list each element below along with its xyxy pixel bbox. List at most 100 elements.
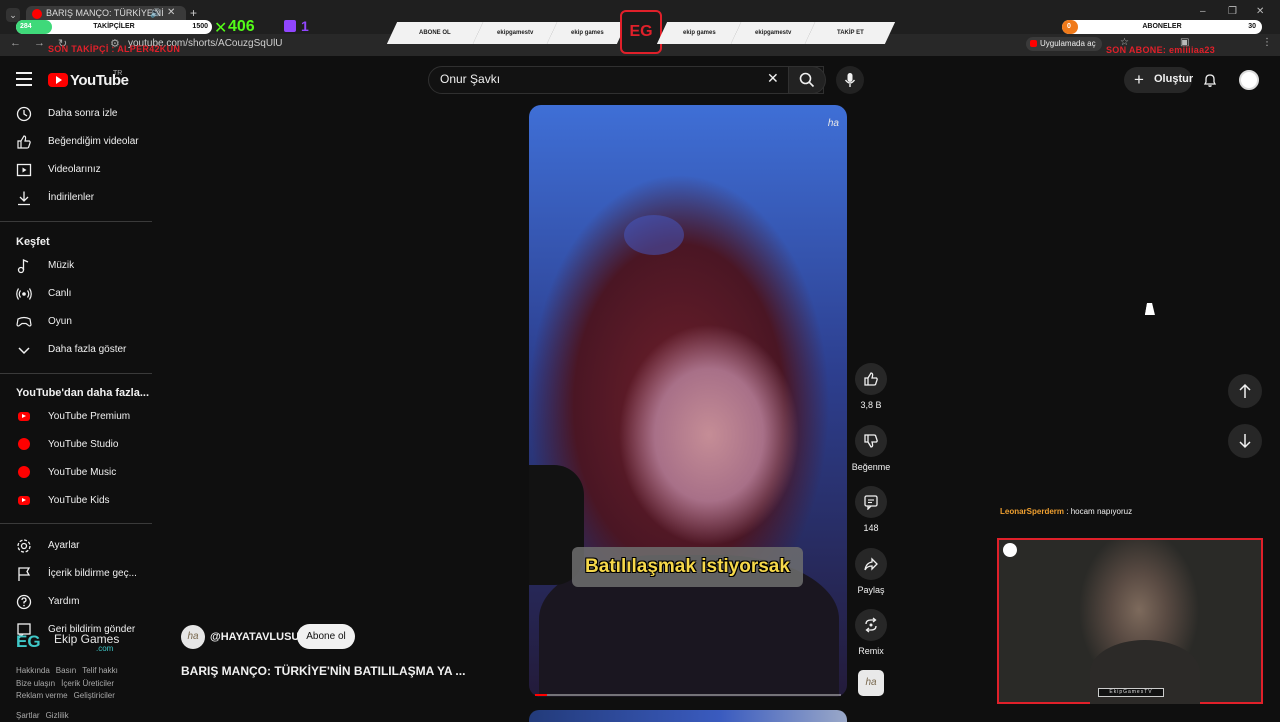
sidebar-item-music[interactable]: Müzik xyxy=(0,252,152,280)
ribbon-kick: ekip games xyxy=(546,22,628,44)
twitch-count: 1 xyxy=(301,18,309,34)
new-tab-button[interactable]: + xyxy=(190,6,197,20)
next-short-preview[interactable] xyxy=(529,710,847,722)
footer-link[interactable]: Geliştiriciler xyxy=(74,691,115,700)
sidebar-item-youtube-kids[interactable]: YouTube Kids xyxy=(0,487,152,515)
comment-count: 148 xyxy=(863,523,879,533)
thumb-up-icon xyxy=(864,372,878,386)
search-input[interactable]: Onur Şavkı xyxy=(440,72,500,86)
clock-icon xyxy=(16,106,32,122)
clear-search-icon[interactable]: ✕ xyxy=(767,70,779,87)
create-label: Oluştur xyxy=(1154,73,1194,85)
search-button[interactable] xyxy=(788,66,826,94)
tab-audio-icon[interactable]: 🔊 xyxy=(150,8,161,19)
channel-avatar[interactable]: ha xyxy=(181,625,205,649)
sidebar-item-gaming[interactable]: Oyun xyxy=(0,308,152,336)
footer-link[interactable]: Gizlilik xyxy=(46,711,69,720)
video-title[interactable]: BARIŞ MANÇO: TÜRKİYE'NİN BATILILAŞMA YA … xyxy=(181,664,465,678)
subscribers-goal-bar: 0 ABONELER 30 xyxy=(1062,20,1262,34)
sidebar-item-downloads[interactable]: İndirilenler xyxy=(0,184,152,212)
subscribers-goal: 30 xyxy=(1248,23,1256,30)
followers-goal: 1500 xyxy=(192,23,208,30)
video-watermark: ha xyxy=(827,118,839,129)
hamburger-menu-icon[interactable] xyxy=(16,72,32,86)
sidebar-item-youtube-studio[interactable]: YouTube Studio xyxy=(0,431,152,459)
video-frame-detail xyxy=(624,215,684,255)
sidebar-item-watch-later[interactable]: Daha sonra izle xyxy=(0,100,152,128)
short-video-player[interactable]: ha xyxy=(529,105,847,697)
youtube-studio-icon xyxy=(18,438,30,450)
footer-link[interactable]: Şartlar xyxy=(16,711,40,720)
youtube-music-icon xyxy=(18,466,30,478)
footer-link[interactable]: Telif hakkı xyxy=(82,666,118,675)
sidebar-item-label: Daha sonra izle xyxy=(48,108,118,119)
ribbon-subscribe: ABONE OL xyxy=(386,22,484,44)
sidebar-item-label: Yardım xyxy=(48,596,80,607)
account-avatar[interactable] xyxy=(1239,70,1259,90)
video-progress-track[interactable] xyxy=(535,694,841,696)
share-button[interactable] xyxy=(855,548,887,580)
sidebar-item-liked-videos[interactable]: Beğendiğim videolar xyxy=(0,128,152,156)
browser-menu-icon[interactable]: ⋮ xyxy=(1262,37,1272,48)
followers-goal-bar: 284 TAKİPÇİLER 1500 xyxy=(16,20,212,34)
tab-list-button[interactable]: ⌄ xyxy=(6,8,20,22)
followers-label: TAKİPÇİLER xyxy=(93,23,135,30)
next-short-button[interactable] xyxy=(1228,424,1262,458)
remix-icon xyxy=(865,617,877,633)
like-button[interactable] xyxy=(855,363,887,395)
sidebar-item-show-more[interactable]: Daha fazla göster xyxy=(0,336,152,364)
footer-link[interactable]: Bize ulaşın xyxy=(16,679,55,688)
audio-source-thumbnail[interactable]: ha xyxy=(858,670,884,696)
chat-text: : hocam napıyoruz xyxy=(1066,507,1133,516)
open-in-app-label: Uygulamada aç xyxy=(1040,39,1096,48)
ribbon-follow: TAKİP ET xyxy=(804,22,896,44)
help-icon xyxy=(16,594,32,610)
window-close-icon[interactable]: ✕ xyxy=(1256,6,1264,17)
ekip-games-brand-logo-icon: EG xyxy=(16,632,41,651)
subscribe-button[interactable]: Abone ol xyxy=(297,624,355,649)
comment-icon xyxy=(864,495,878,510)
music-note-icon xyxy=(17,258,29,274)
sidebar-item-youtube-premium[interactable]: YouTube Premium xyxy=(0,403,152,431)
voice-search-button[interactable] xyxy=(836,66,864,94)
mouse-cursor-icon xyxy=(1144,303,1158,315)
chevron-down-icon xyxy=(18,347,30,355)
forward-icon[interactable]: → xyxy=(34,37,45,49)
sidebar-item-label: Canlı xyxy=(48,288,72,299)
window-minimize-icon[interactable]: – xyxy=(1200,6,1206,17)
sidebar-item-youtube-music[interactable]: YouTube Music xyxy=(0,459,152,487)
sidebar-item-label: Beğendiğim videolar xyxy=(48,136,139,147)
sidebar-item-label: YouTube Kids xyxy=(48,495,110,506)
like-count: 3,8 B xyxy=(860,400,882,410)
footer-link[interactable]: Hakkında xyxy=(16,666,50,675)
subscribers-label: ABONELER xyxy=(1142,23,1182,30)
notifications-bell-icon[interactable] xyxy=(1202,72,1218,88)
play-square-icon xyxy=(16,163,32,177)
remix-button[interactable] xyxy=(855,609,887,641)
sidebar-item-your-videos[interactable]: Videolarınız xyxy=(0,156,152,184)
open-in-app-button[interactable]: Uygulamada aç xyxy=(1026,37,1102,51)
sidebar-item-settings[interactable]: Ayarlar xyxy=(0,532,152,560)
sidebar-item-report-history[interactable]: İçerik bildirme geç... xyxy=(0,560,152,588)
sidebar-item-label: YouTube Studio xyxy=(48,439,119,450)
gamepad-icon xyxy=(16,316,32,327)
dislike-button[interactable] xyxy=(855,425,887,457)
previous-short-button[interactable] xyxy=(1228,374,1262,408)
comments-button[interactable] xyxy=(855,486,887,518)
channel-handle[interactable]: @HAYATAVLUSU xyxy=(210,631,299,643)
back-icon[interactable]: ← xyxy=(10,37,21,49)
sidebar-item-live[interactable]: Canlı xyxy=(0,280,152,308)
video-subtitle: Batılılaşmak istiyorsak xyxy=(572,547,803,587)
sidebar-item-help[interactable]: Yardım xyxy=(0,588,152,616)
sidebar-item-label: YouTube Music xyxy=(48,467,117,478)
footer-link[interactable]: İçerik Üreticiler xyxy=(61,679,114,688)
download-icon xyxy=(18,191,30,206)
create-button[interactable]: + Oluştur xyxy=(1124,67,1194,93)
share-label: Paylaş xyxy=(857,585,885,595)
footer-link[interactable]: Basın xyxy=(56,666,76,675)
footer-link[interactable]: Reklam verme xyxy=(16,691,68,700)
sidebar-footer-links: Şartlar Gizlilik xyxy=(16,711,75,720)
sidebar-divider xyxy=(0,221,152,222)
tab-close-icon[interactable]: ✕ xyxy=(167,7,175,18)
window-maximize-icon[interactable]: ❐ xyxy=(1228,6,1237,17)
